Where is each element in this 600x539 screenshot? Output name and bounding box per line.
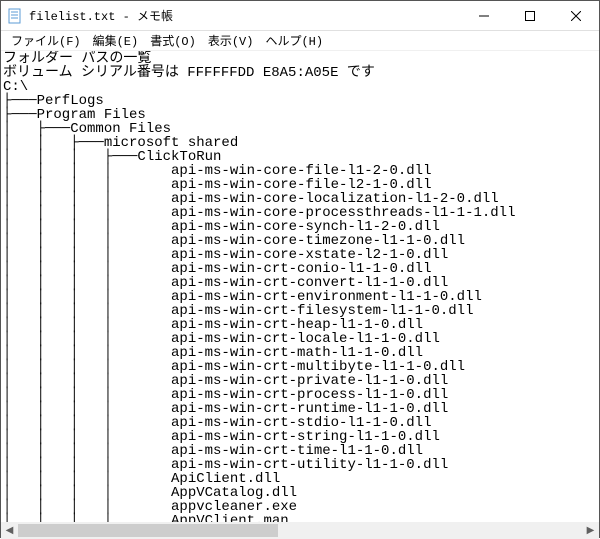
menu-view[interactable]: 表示(V) bbox=[202, 32, 260, 49]
window-controls bbox=[461, 1, 599, 30]
scroll-thumb[interactable] bbox=[18, 524, 278, 537]
menu-bar: ファイル(F) 編集(E) 書式(O) 表示(V) ヘルプ(H) bbox=[1, 31, 599, 51]
scroll-left-arrow[interactable]: ◀ bbox=[1, 522, 18, 539]
close-button[interactable] bbox=[553, 1, 599, 30]
window-title: filelist.txt - メモ帳 bbox=[29, 7, 461, 24]
title-bar: filelist.txt - メモ帳 bbox=[1, 1, 599, 31]
scroll-right-arrow[interactable]: ▶ bbox=[582, 522, 599, 539]
menu-file[interactable]: ファイル(F) bbox=[5, 32, 87, 49]
menu-edit[interactable]: 編集(E) bbox=[87, 32, 145, 49]
horizontal-scrollbar[interactable]: ◀ ▶ bbox=[1, 522, 599, 539]
maximize-button[interactable] bbox=[507, 1, 553, 30]
notepad-icon bbox=[7, 8, 23, 24]
text-content[interactable]: フォルダー パスの一覧 ボリューム シリアル番号は FFFFFFDD E8A5:… bbox=[1, 51, 599, 522]
menu-help[interactable]: ヘルプ(H) bbox=[259, 32, 329, 49]
minimize-button[interactable] bbox=[461, 1, 507, 30]
menu-format[interactable]: 書式(O) bbox=[144, 32, 202, 49]
